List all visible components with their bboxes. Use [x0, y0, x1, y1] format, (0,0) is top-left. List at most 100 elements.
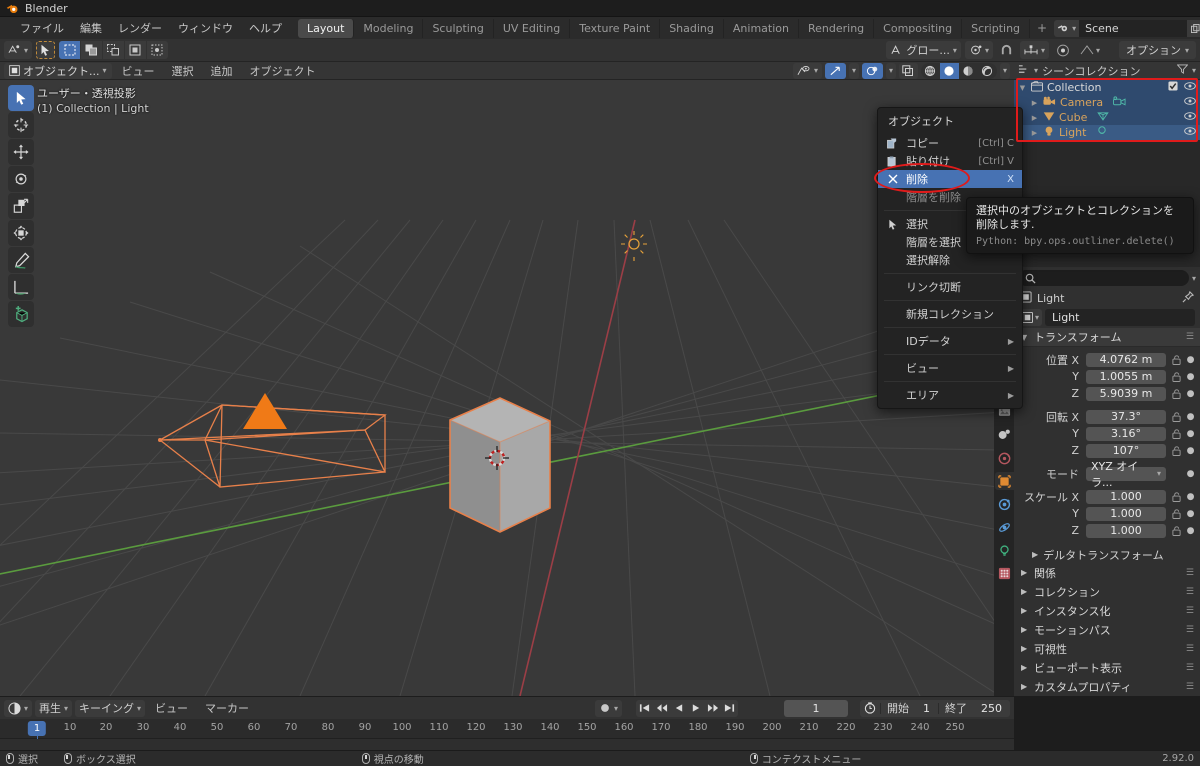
location-x-value[interactable]: 4.0762 m — [1086, 352, 1166, 367]
physics-tab[interactable] — [995, 518, 1014, 536]
lock-icon[interactable] — [1170, 445, 1182, 456]
outliner-filter-icon[interactable] — [1176, 64, 1189, 77]
tab-texture-paint[interactable]: Texture Paint — [570, 18, 661, 38]
playhead-label[interactable]: 1 — [27, 721, 47, 736]
interaction-mode-selector[interactable]: オブジェクト... ▾ — [4, 62, 112, 79]
frame-start-value[interactable]: 1 — [915, 702, 938, 715]
object-name-field[interactable]: Light — [1045, 309, 1195, 326]
proportional-falloff-selector[interactable]: ▾ — [1077, 41, 1103, 59]
panel-transform[interactable]: ▼ トランスフォーム ☰ — [1014, 328, 1200, 347]
animate-dot-icon[interactable]: ● — [1186, 389, 1195, 399]
properties-options-chevron-down-icon[interactable]: ▾ — [1192, 274, 1196, 283]
timeline-editor[interactable]: ▾ 再生 ▾ キーイング ▾ ビュー マーカー ▾ 1 開始 1 終了 250 … — [0, 696, 1014, 750]
menu-edit[interactable]: 編集 — [72, 18, 110, 38]
tab-scripting[interactable]: Scripting — [962, 18, 1031, 38]
previous-keyframe-button[interactable] — [653, 700, 670, 717]
timeline-body[interactable] — [0, 739, 1014, 750]
viewport-menu-add[interactable]: 追加 — [204, 62, 240, 80]
tab-uv-editing[interactable]: UV Editing — [494, 18, 571, 38]
lock-icon[interactable] — [1170, 491, 1182, 502]
context-menu-item-id-data[interactable]: IDデータ ▶ — [878, 332, 1022, 350]
animate-dot-icon[interactable]: ● — [1186, 526, 1195, 536]
location-z-value[interactable]: 5.9039 m — [1086, 386, 1166, 401]
outliner-row-camera[interactable]: ▶ Camera — [1014, 95, 1200, 110]
select-extend-button[interactable] — [81, 41, 103, 59]
expand-triangle-icon[interactable]: ▼ — [1018, 84, 1027, 92]
scene-name[interactable]: Scene — [1079, 19, 1188, 37]
gizmo-options-selector[interactable]: ▾ — [848, 62, 859, 79]
tab-modeling[interactable]: Modeling — [354, 18, 424, 38]
pin-icon[interactable] — [1182, 290, 1195, 306]
rotation-x-value[interactable]: 37.3° — [1086, 409, 1166, 424]
jump-to-end-button[interactable] — [721, 700, 738, 717]
panel-collections[interactable]: ▶ コレクション ☰ — [1014, 582, 1200, 601]
shading-rendered-button[interactable] — [977, 62, 997, 79]
lock-icon[interactable] — [1170, 525, 1182, 536]
jump-to-start-button[interactable] — [636, 700, 653, 717]
tab-sculpting[interactable]: Sculpting — [423, 18, 494, 38]
panel-motion-paths[interactable]: ▶ モーションパス ☰ — [1014, 620, 1200, 639]
expand-triangle-icon[interactable]: ▶ — [1030, 114, 1039, 122]
scale-y-value[interactable]: 1.000 — [1086, 506, 1166, 521]
outliner-label-light[interactable]: Light — [1059, 126, 1086, 139]
frame-end-value[interactable]: 250 — [973, 702, 1010, 715]
material-tab[interactable] — [995, 564, 1014, 582]
keying-menu[interactable]: キーイング ▾ — [75, 699, 146, 717]
panel-custom-properties[interactable]: ▶ カスタムプロパティ ☰ — [1014, 677, 1200, 696]
outliner-label-camera[interactable]: Camera — [1060, 96, 1103, 109]
use-preview-range-icon[interactable] — [860, 702, 880, 714]
menu-file[interactable]: ファイル — [12, 18, 72, 38]
outliner-label-collection[interactable]: Collection — [1047, 81, 1101, 94]
rotate-tool[interactable] — [8, 166, 34, 192]
select-intersect-button[interactable] — [147, 41, 169, 59]
context-menu-item-area[interactable]: エリア ▶ — [878, 386, 1022, 404]
add-workspace-button[interactable]: + — [1030, 18, 1054, 38]
tab-layout[interactable]: Layout — [298, 18, 355, 38]
animate-dot-icon[interactable]: ● — [1186, 429, 1195, 439]
panel-delta-transform[interactable]: ▶ デルタトランスフォーム — [1014, 546, 1200, 563]
shading-solid-button[interactable] — [939, 62, 959, 79]
camera-data-icon[interactable] — [1113, 95, 1126, 110]
menu-window[interactable]: ウィンドウ — [170, 18, 241, 38]
overlay-options-selector[interactable]: ▾ — [885, 62, 896, 79]
animate-dot-icon[interactable]: ● — [1186, 355, 1195, 365]
select-set-button[interactable] — [59, 41, 81, 59]
rotation-mode-select[interactable]: XYZ オイラ... ▾ — [1086, 460, 1166, 489]
outliner-display-mode-label[interactable]: シーンコレクション — [1042, 63, 1140, 79]
play-button[interactable] — [687, 700, 704, 717]
tab-animation[interactable]: Animation — [724, 18, 799, 38]
outliner-context-menu[interactable]: オブジェクト コピー [Ctrl] C 貼り付け [Ctrl] V 削除 X 階… — [877, 107, 1023, 409]
move-tool[interactable] — [8, 139, 34, 165]
new-scene-button[interactable] — [1187, 19, 1200, 37]
object-data-tab[interactable] — [995, 541, 1014, 559]
scale-tool[interactable] — [8, 193, 34, 219]
context-menu-item-unlink[interactable]: リンク切断 — [878, 278, 1022, 296]
snap-toggle-button[interactable] — [997, 41, 1016, 59]
select-subtract-button[interactable] — [103, 41, 125, 59]
light-data-icon[interactable] — [1096, 125, 1108, 140]
tab-rendering[interactable]: Rendering — [799, 18, 875, 38]
properties-search-input[interactable] — [1018, 270, 1189, 286]
context-menu-item-copy[interactable]: コピー [Ctrl] C — [878, 134, 1022, 152]
physics-constraint-tab[interactable] — [995, 449, 1014, 467]
shading-material-preview-button[interactable] — [958, 62, 978, 79]
viewport-menu-select[interactable]: 選択 — [165, 62, 201, 80]
visibility-selector[interactable]: ▾ — [792, 62, 822, 79]
lock-icon[interactable] — [1170, 428, 1182, 439]
auto-keying-toggle[interactable]: ▾ — [594, 699, 622, 717]
tweak-tool[interactable] — [8, 85, 34, 111]
outliner-label-cube[interactable]: Cube — [1059, 111, 1087, 124]
tweak-tool-button[interactable] — [36, 41, 56, 59]
eye-icon[interactable] — [1184, 111, 1196, 124]
object-tab[interactable] — [995, 472, 1014, 490]
viewport-menu-object[interactable]: オブジェクト — [243, 62, 323, 80]
scene-icon[interactable]: ▾ — [1054, 19, 1080, 37]
lock-icon[interactable] — [1170, 508, 1182, 519]
animate-dot-icon[interactable]: ● — [1186, 412, 1195, 422]
overlays-toggle[interactable] — [861, 62, 883, 79]
lock-icon[interactable] — [1170, 388, 1182, 399]
options-button[interactable]: オプション ▾ — [1118, 41, 1196, 59]
gizmo-toggle[interactable] — [824, 62, 846, 79]
transform-orientation-selector[interactable]: グロー... ▾ — [886, 41, 961, 59]
expand-triangle-icon[interactable]: ▶ — [1030, 129, 1039, 137]
